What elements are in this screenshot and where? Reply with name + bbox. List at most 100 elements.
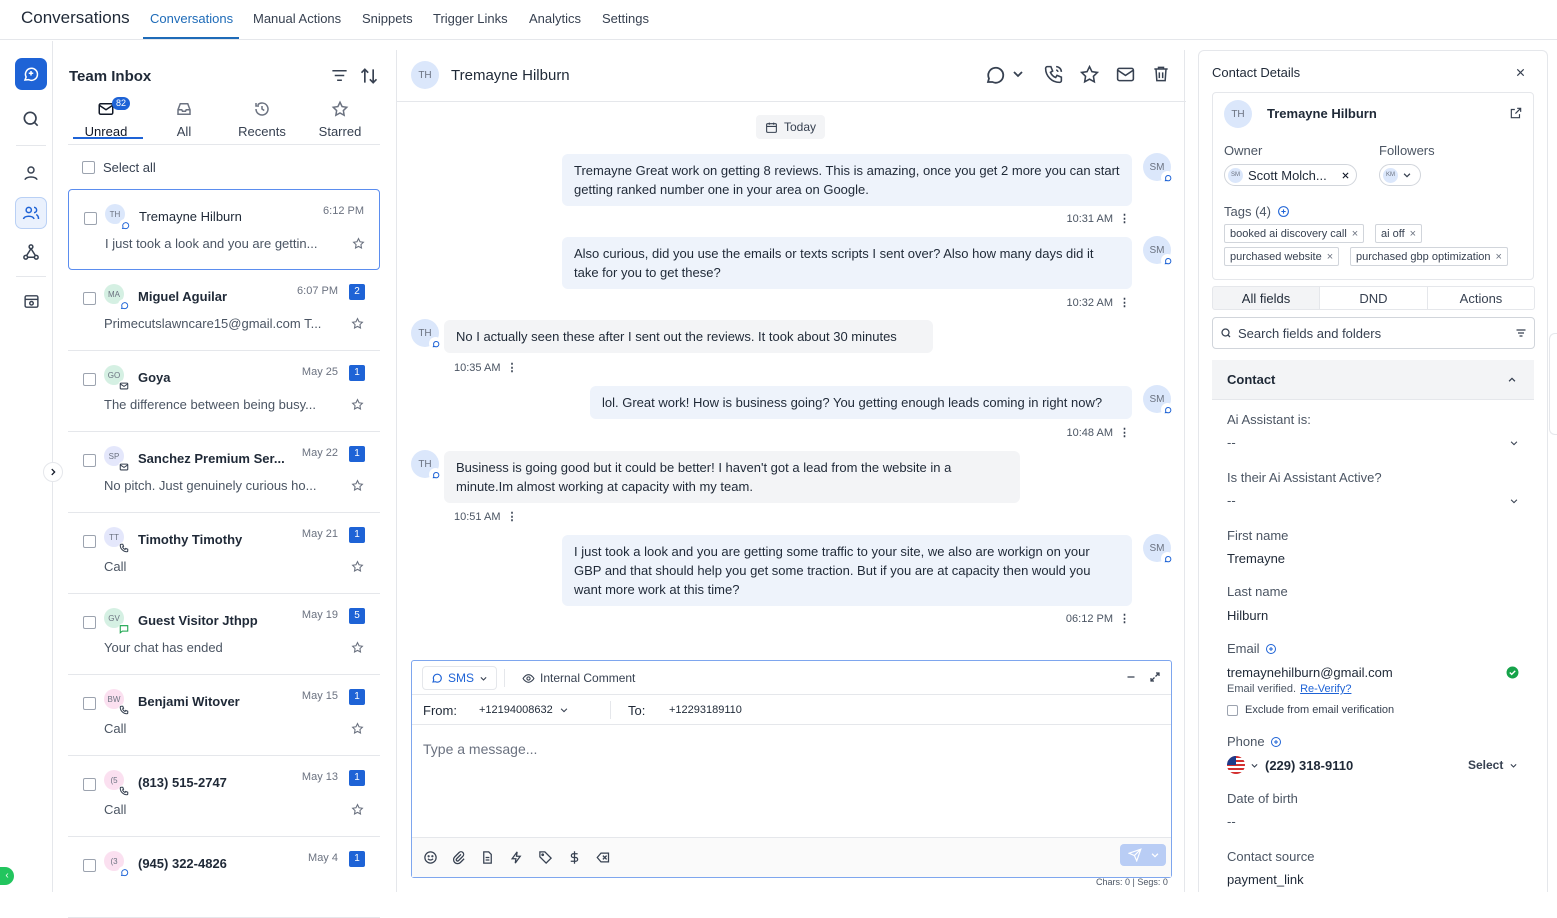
payment-button[interactable]	[567, 850, 582, 868]
search-rail-button[interactable]	[15, 103, 47, 135]
internal-comment-tab[interactable]: Internal Comment	[522, 671, 635, 685]
tag-chip[interactable]: ai off ×	[1375, 224, 1423, 243]
close-icon[interactable]	[1341, 171, 1350, 180]
conversation-checkbox[interactable]	[83, 454, 96, 467]
trigger-button[interactable]	[509, 850, 524, 868]
exclude-verification[interactable]: Exclude from email verification	[1227, 704, 1394, 716]
conversation-item[interactable]: GO Goya May 25 1 The difference between bein…	[68, 351, 380, 432]
source-field[interactable]: payment_link	[1227, 872, 1304, 887]
tab-trigger-links[interactable]: Trigger Links	[433, 11, 508, 26]
tag-button[interactable]	[538, 850, 553, 868]
country-select[interactable]	[1227, 756, 1259, 774]
message-menu-icon[interactable]: ⋮	[1119, 296, 1130, 309]
conversation-checkbox[interactable]	[83, 778, 96, 791]
owner-select[interactable]: SM Scott Molch...	[1224, 164, 1357, 186]
mark-unread-button[interactable]	[1115, 64, 1136, 88]
ai-bot-dropdown[interactable]	[984, 64, 1024, 89]
emoji-button[interactable]	[423, 850, 438, 868]
tab-all-fields[interactable]: All fields	[1212, 286, 1320, 310]
field-search-input[interactable]	[1238, 325, 1508, 341]
expand-composer-button[interactable]	[1149, 671, 1161, 686]
open-contact-button[interactable]	[1509, 106, 1523, 123]
template-button[interactable]	[480, 850, 495, 868]
remove-tag-icon[interactable]: ×	[1410, 228, 1416, 240]
star-conversation-button[interactable]	[351, 479, 364, 495]
conversation-item[interactable]: TT Timothy Timothy May 21 1 Call	[68, 513, 380, 594]
message-menu-icon[interactable]: ⋮	[1119, 426, 1130, 439]
filter-starred[interactable]: Starred	[302, 100, 378, 139]
conversation-checkbox[interactable]	[83, 292, 96, 305]
contact-section-header[interactable]: Contact	[1212, 360, 1534, 400]
tag-chip[interactable]: booked ai discovery call ×	[1224, 224, 1365, 243]
reverify-link[interactable]: Re-Verify?	[1300, 683, 1351, 695]
ai-active-select[interactable]: --	[1227, 493, 1519, 508]
filter-unread[interactable]: 82 Unread	[68, 97, 144, 139]
select-all-checkbox[interactable]	[82, 161, 95, 174]
add-email-icon[interactable]	[1265, 643, 1277, 655]
star-conversation-button[interactable]	[351, 560, 364, 576]
conversation-checkbox[interactable]	[84, 212, 97, 225]
remove-tag-icon[interactable]: ×	[1496, 251, 1502, 263]
star-conversation-button[interactable]	[351, 398, 364, 414]
channel-select[interactable]: SMS	[422, 666, 498, 690]
expand-panel-button[interactable]	[43, 462, 63, 482]
phone-field[interactable]: (229) 318-9110	[1265, 758, 1353, 773]
tab-dnd[interactable]: DND	[1319, 286, 1428, 310]
team-inbox-button[interactable]	[15, 197, 47, 229]
remove-tag-icon[interactable]: ×	[1352, 228, 1358, 240]
conversation-item[interactable]: (5 (813) 515-2747 May 13 1 Call	[68, 756, 380, 837]
tab-analytics[interactable]: Analytics	[529, 11, 581, 26]
send-button[interactable]	[1120, 844, 1166, 866]
add-tag-icon[interactable]	[1277, 205, 1290, 218]
star-conversation-button[interactable]	[351, 803, 364, 819]
clear-button[interactable]	[596, 850, 611, 868]
tab-manual-actions[interactable]: Manual Actions	[253, 11, 341, 26]
sort-button[interactable]	[359, 66, 379, 89]
conversation-checkbox[interactable]	[83, 535, 96, 548]
select-all[interactable]: Select all	[82, 160, 156, 175]
last-name-field[interactable]: Hilburn	[1227, 608, 1268, 623]
remove-tag-icon[interactable]: ×	[1327, 251, 1333, 263]
exclude-checkbox[interactable]	[1227, 704, 1238, 716]
tab-conversations[interactable]: Conversations	[150, 11, 233, 26]
side-drawer-handle[interactable]	[1549, 333, 1557, 435]
contact-avatar[interactable]: TH	[411, 61, 439, 89]
conversation-item[interactable]: (3 (945) 322-4826 May 41	[68, 837, 380, 918]
first-name-field[interactable]: Tremayne	[1227, 551, 1285, 566]
star-conversation-button[interactable]	[352, 237, 365, 253]
add-phone-icon[interactable]	[1270, 736, 1282, 748]
from-number-select[interactable]: +12194008632	[479, 704, 569, 716]
archive-button[interactable]	[15, 285, 47, 317]
conversation-item[interactable]: GV Guest Visitor Jthpp May 19 5 Your chat ha…	[68, 594, 380, 675]
conversation-item[interactable]: MA Miguel Aguilar 6:07 PM 2 Primecutslawncar…	[68, 270, 380, 351]
followers-select[interactable]: KM	[1379, 164, 1421, 186]
star-conversation-button[interactable]	[351, 722, 364, 738]
conversation-checkbox[interactable]	[83, 373, 96, 386]
conversation-checkbox[interactable]	[83, 697, 96, 710]
tab-actions[interactable]: Actions	[1427, 286, 1535, 310]
minimize-composer-button[interactable]	[1125, 671, 1137, 686]
ai-assistant-select[interactable]: --	[1227, 435, 1519, 450]
call-button[interactable]	[1043, 64, 1064, 88]
message-input[interactable]	[423, 739, 1158, 759]
new-conversation-button[interactable]	[15, 58, 47, 90]
filter-lines-icon[interactable]	[1515, 327, 1527, 339]
conversation-checkbox[interactable]	[83, 616, 96, 629]
star-conversation-button[interactable]	[351, 641, 364, 657]
conversation-item[interactable]: TH Tremayne Hilburn 6:12 PM I just took a l…	[68, 189, 380, 270]
workflow-button[interactable]	[15, 236, 47, 268]
delete-conversation-button[interactable]	[1151, 64, 1171, 87]
tag-chip[interactable]: purchased gbp optimization ×	[1350, 247, 1508, 266]
message-menu-icon[interactable]: ⋮	[1119, 212, 1130, 225]
conversation-checkbox[interactable]	[83, 859, 96, 872]
tag-chip[interactable]: purchased website ×	[1224, 247, 1340, 266]
close-details-button[interactable]	[1515, 66, 1526, 81]
filter-button[interactable]	[330, 66, 349, 88]
my-inbox-button[interactable]	[15, 157, 47, 189]
message-menu-icon[interactable]: ⋮	[506, 510, 517, 523]
message-menu-icon[interactable]: ⋮	[1119, 612, 1130, 625]
tab-settings[interactable]: Settings	[602, 11, 649, 26]
conversation-item[interactable]: BW Benjami Witover May 15 1 Call	[68, 675, 380, 756]
tab-snippets[interactable]: Snippets	[362, 11, 413, 26]
filter-all[interactable]: All	[146, 100, 222, 139]
